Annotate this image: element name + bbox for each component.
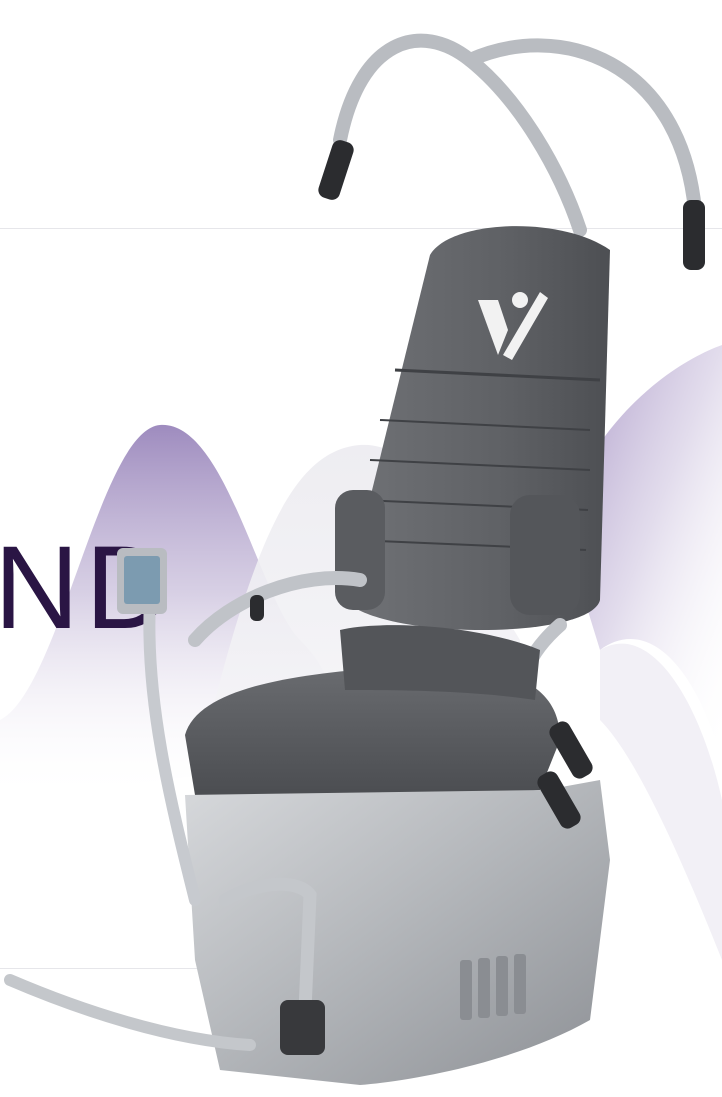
foot-bar-clamp <box>280 1000 325 1055</box>
hero-banner: ND <box>0 0 722 1097</box>
head-arch-grip-left <box>318 140 354 200</box>
seat-back-pad <box>340 625 540 700</box>
lumbar-pad-right <box>510 495 580 615</box>
rotational-chair-image <box>4 33 705 1085</box>
lumbar-pad-left <box>335 490 385 610</box>
head-arch <box>333 33 702 237</box>
head-arch-grip-right <box>683 200 705 270</box>
